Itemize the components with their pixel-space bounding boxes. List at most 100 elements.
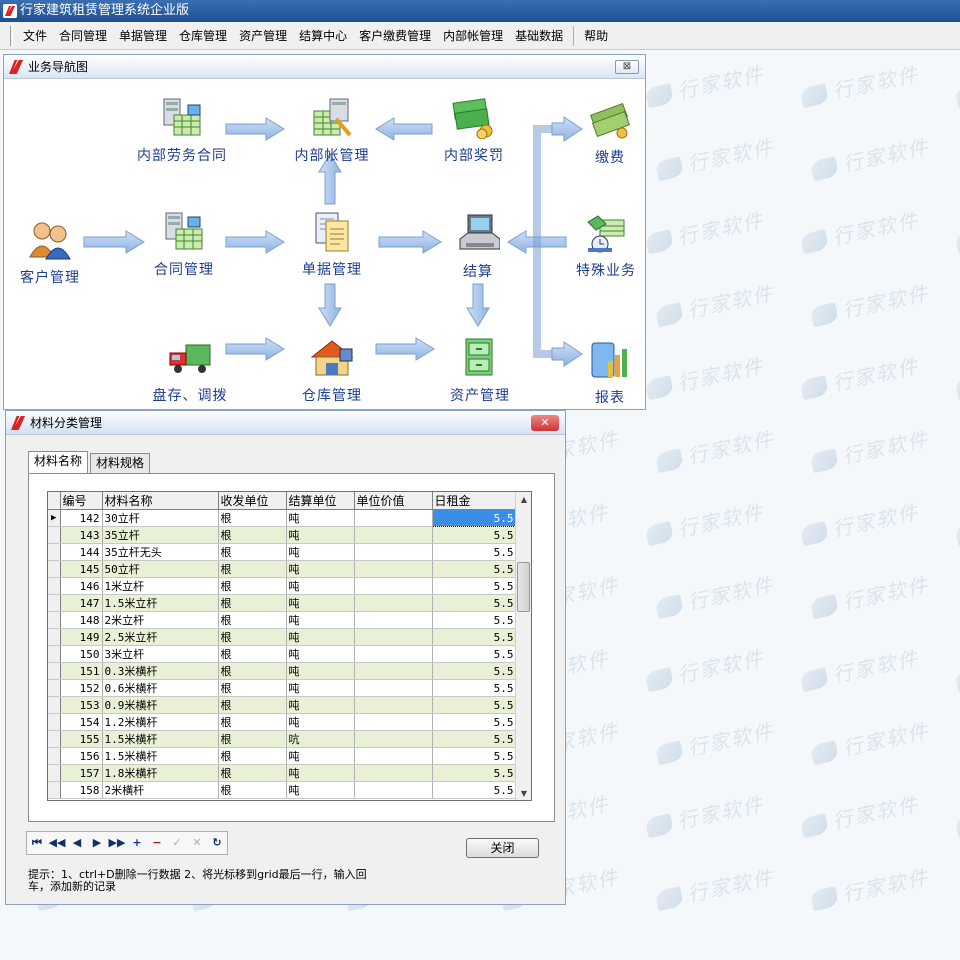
cell-daily-rent[interactable]: 5.5	[432, 781, 517, 799]
cell-settle-unit[interactable]: 吨	[286, 679, 355, 697]
cell-daily-rent[interactable]: 5.5	[432, 594, 517, 612]
cell-unit-value[interactable]	[354, 713, 433, 731]
cell-id[interactable]: 151	[60, 662, 103, 680]
prior-record-icon[interactable]: ◀	[67, 832, 87, 854]
cell-issue-unit[interactable]: 根	[218, 662, 287, 680]
col-header-daily-rent[interactable]: 日租金	[432, 492, 517, 510]
node-report[interactable]: 报表	[580, 339, 640, 407]
cell-issue-unit[interactable]: 根	[218, 696, 287, 714]
cell-settle-unit[interactable]: 吨	[286, 526, 355, 544]
post-edit-icon[interactable]: ✓	[167, 832, 187, 854]
table-row[interactable]: 145 50立杆根吨 5.5	[48, 560, 517, 578]
cell-settle-unit[interactable]: 吨	[286, 611, 355, 629]
cell-unit-value[interactable]	[354, 577, 433, 595]
cell-unit-value[interactable]	[354, 679, 433, 697]
cell-name[interactable]: 35立杆无头	[102, 543, 219, 561]
col-header-issue-unit[interactable]: 收发单位	[218, 492, 287, 510]
col-header-name[interactable]: 材料名称	[102, 492, 219, 510]
col-header-id[interactable]: 编号	[60, 492, 103, 510]
table-row[interactable]: 157 1.8米横杆根吨 5.5	[48, 764, 517, 782]
cell-name[interactable]: 2米立杆	[102, 611, 219, 629]
cell-daily-rent[interactable]: 5.5	[432, 713, 517, 731]
cell-settle-unit[interactable]: 吨	[286, 560, 355, 578]
cell-id[interactable]: 154	[60, 713, 103, 731]
cell-daily-rent[interactable]: 5.5	[432, 679, 517, 697]
cell-id[interactable]: 156	[60, 747, 103, 765]
table-row[interactable]: 155 1.5米横杆根吭 5.5	[48, 730, 517, 748]
menu-customer-payment[interactable]: 客户缴费管理	[353, 22, 437, 50]
menu-file[interactable]: 文件	[17, 22, 53, 50]
cell-id[interactable]: 157	[60, 764, 103, 782]
cell-daily-rent[interactable]: 5.5	[432, 560, 517, 578]
node-internal-account[interactable]: 内部帐管理	[282, 97, 382, 165]
cell-name[interactable]: 30立杆	[102, 509, 219, 527]
cell-name[interactable]: 35立杆	[102, 526, 219, 544]
table-row[interactable]: 144 35立杆无头根吨 5.5	[48, 543, 517, 561]
cell-name[interactable]: 0.3米横杆	[102, 662, 219, 680]
cell-settle-unit[interactable]: 吨	[286, 577, 355, 595]
cell-issue-unit[interactable]: 根	[218, 543, 287, 561]
cell-issue-unit[interactable]: 根	[218, 713, 287, 731]
cell-name[interactable]: 1.5米立杆	[102, 594, 219, 612]
delete-record-icon[interactable]: −	[147, 832, 167, 854]
cell-daily-rent[interactable]: 5.5	[432, 526, 517, 544]
tab-material-spec[interactable]: 材料规格	[90, 453, 151, 473]
scroll-thumb[interactable]	[517, 562, 530, 612]
cell-settle-unit[interactable]: 吨	[286, 594, 355, 612]
nav-window-close-button[interactable]: ⊠	[615, 60, 639, 74]
cell-daily-rent[interactable]: 5.5	[432, 577, 517, 595]
table-row[interactable]: 156 1.5米横杆根吨 5.5	[48, 747, 517, 765]
cell-issue-unit[interactable]: 根	[218, 611, 287, 629]
cell-name[interactable]: 50立杆	[102, 560, 219, 578]
scroll-down-icon[interactable]: ▼	[516, 786, 531, 800]
next-record-icon[interactable]: ▶	[87, 832, 107, 854]
cell-unit-value[interactable]	[354, 594, 433, 612]
table-row[interactable]: 153 0.9米横杆根吨 5.5	[48, 696, 517, 714]
table-row[interactable]: ▶ 142 30立杆根吨 5.5	[48, 509, 517, 527]
cell-unit-value[interactable]	[354, 526, 433, 544]
cell-issue-unit[interactable]: 根	[218, 594, 287, 612]
material-window-close-button[interactable]: ✕	[531, 415, 559, 431]
cell-issue-unit[interactable]: 根	[218, 730, 287, 748]
cell-daily-rent[interactable]: 5.5	[431, 509, 517, 527]
cell-settle-unit[interactable]: 吨	[286, 662, 355, 680]
cell-unit-value[interactable]	[354, 645, 433, 663]
tab-material-name[interactable]: 材料名称	[28, 451, 89, 473]
cell-id[interactable]: 143	[60, 526, 103, 544]
node-labor-contract[interactable]: 内部劳务合同	[132, 97, 232, 165]
cell-unit-value[interactable]	[354, 560, 433, 578]
cell-issue-unit[interactable]: 根	[218, 679, 287, 697]
cancel-edit-icon[interactable]: ✕	[187, 832, 207, 854]
cell-id[interactable]: 153	[60, 696, 103, 714]
table-row[interactable]: 151 0.3米横杆根吨 5.5	[48, 662, 517, 680]
cell-id[interactable]: 152	[60, 679, 103, 697]
cell-settle-unit[interactable]: 吨	[286, 543, 355, 561]
node-customer[interactable]: 客户管理	[12, 219, 88, 287]
cell-issue-unit[interactable]: 根	[218, 781, 287, 799]
table-row[interactable]: 147 1.5米立杆根吨 5.5	[48, 594, 517, 612]
cell-unit-value[interactable]	[354, 543, 433, 561]
node-special[interactable]: 特殊业务	[566, 212, 646, 280]
cell-settle-unit[interactable]: 吨	[286, 696, 355, 714]
cell-name[interactable]: 1.5米横杆	[102, 730, 219, 748]
cell-settle-unit[interactable]: 吨	[286, 713, 355, 731]
prior-page-icon[interactable]: ◀◀	[47, 832, 67, 854]
cell-id[interactable]: 142	[60, 509, 103, 527]
table-row[interactable]: 150 3米立杆根吨 5.5	[48, 645, 517, 663]
cell-id[interactable]: 148	[60, 611, 103, 629]
cell-unit-value[interactable]	[354, 747, 433, 765]
close-button[interactable]: 关闭	[466, 838, 539, 858]
menu-help[interactable]: 帮助	[578, 22, 614, 50]
cell-issue-unit[interactable]: 根	[218, 509, 287, 527]
menu-settlement[interactable]: 结算中心	[293, 22, 353, 50]
node-asset[interactable]: 资产管理	[432, 337, 528, 405]
cell-id[interactable]: 144	[60, 543, 103, 561]
menu-asset[interactable]: 资产管理	[233, 22, 293, 50]
cell-unit-value[interactable]	[354, 662, 433, 680]
node-inventory[interactable]: 盘存、调拨	[140, 337, 240, 405]
cell-daily-rent[interactable]: 5.5	[432, 611, 517, 629]
node-payment[interactable]: 缴费	[580, 99, 640, 167]
grid-vertical-scrollbar[interactable]: ▲ ▼	[515, 492, 531, 800]
cell-daily-rent[interactable]: 5.5	[432, 645, 517, 663]
cell-settle-unit[interactable]: 吨	[286, 628, 355, 646]
